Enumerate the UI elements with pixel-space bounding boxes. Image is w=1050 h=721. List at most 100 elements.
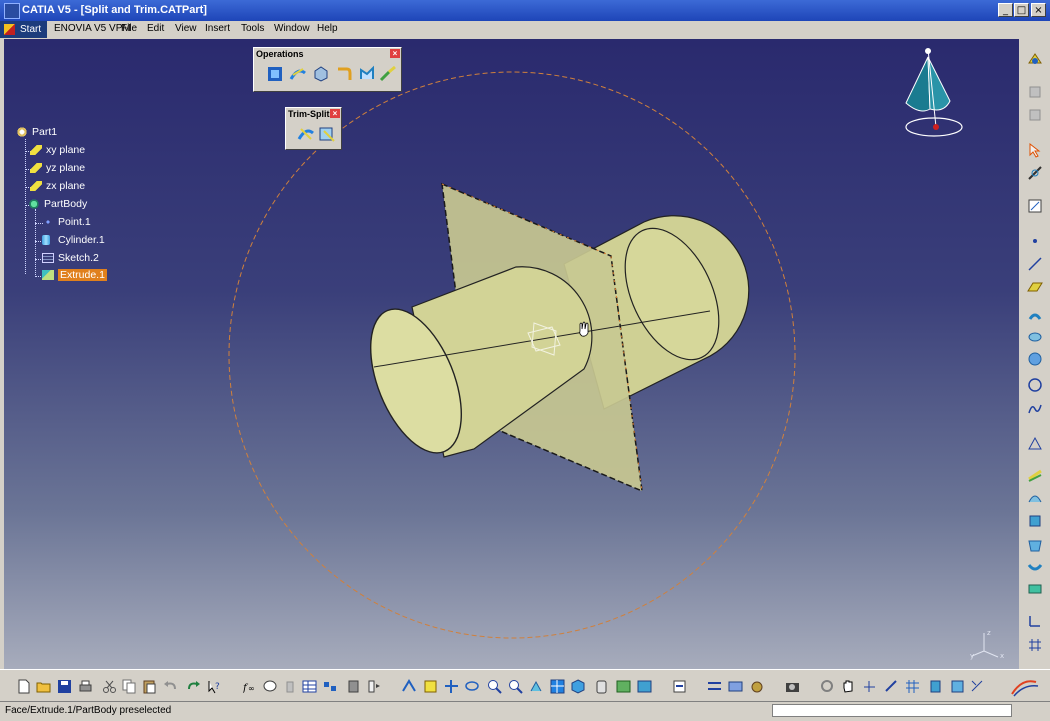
tree-item-extrude1[interactable]: Extrude.1 bbox=[42, 269, 107, 281]
sphere-icon[interactable] bbox=[1027, 351, 1043, 367]
arrow-icon[interactable] bbox=[884, 679, 899, 694]
menu-insert[interactable]: Insert bbox=[205, 23, 230, 34]
disabled-tool-icon[interactable] bbox=[1027, 107, 1043, 123]
tree-item-sketch2[interactable]: Sketch.2 bbox=[42, 252, 99, 264]
compass-icon[interactable] bbox=[900, 45, 968, 137]
minimize-button[interactable]: _ bbox=[998, 3, 1013, 17]
join-icon[interactable] bbox=[266, 65, 284, 83]
cylinder-icon[interactable] bbox=[928, 679, 943, 694]
sketcher-icon[interactable] bbox=[1027, 165, 1043, 181]
line-icon[interactable] bbox=[1027, 256, 1043, 272]
menu-view[interactable]: View bbox=[175, 23, 197, 34]
rotate-icon[interactable] bbox=[465, 679, 480, 694]
trim-split-toolbar[interactable]: Trim-Split × bbox=[285, 107, 342, 150]
operations-toolbar[interactable]: Operations × bbox=[253, 47, 402, 92]
macro-icon[interactable] bbox=[367, 679, 382, 694]
zoom-out-icon[interactable] bbox=[508, 679, 523, 694]
axis-icon[interactable] bbox=[862, 679, 877, 694]
maximize-button[interactable]: □ bbox=[1014, 3, 1029, 17]
hide-show-icon[interactable] bbox=[616, 679, 631, 694]
measure-icon[interactable] bbox=[707, 679, 722, 694]
extrude-icon[interactable] bbox=[1027, 307, 1043, 323]
menu-help[interactable]: Help bbox=[317, 23, 338, 34]
knowledge-icon[interactable] bbox=[263, 679, 278, 694]
point-icon[interactable] bbox=[1027, 233, 1043, 249]
gsd-workbench-icon[interactable] bbox=[1027, 51, 1043, 67]
copy-icon[interactable] bbox=[122, 679, 137, 694]
corner-icon[interactable] bbox=[1027, 435, 1043, 451]
plane-icon[interactable] bbox=[1027, 279, 1043, 295]
normal-view-icon[interactable] bbox=[529, 679, 544, 694]
whats-this-icon[interactable]: ? bbox=[207, 679, 222, 694]
cut-icon[interactable] bbox=[102, 679, 117, 694]
multi-view-icon[interactable] bbox=[550, 679, 565, 694]
zoom-in-icon[interactable] bbox=[487, 679, 502, 694]
shading-icon[interactable] bbox=[594, 679, 609, 694]
fly-mode-icon[interactable] bbox=[402, 679, 417, 694]
catalog-icon[interactable] bbox=[323, 679, 338, 694]
save-icon[interactable] bbox=[57, 679, 72, 694]
disabled-tool-icon[interactable] bbox=[283, 679, 298, 694]
table-icon[interactable] bbox=[302, 679, 317, 694]
new-document-icon[interactable] bbox=[16, 679, 31, 694]
undo-icon[interactable] bbox=[163, 679, 178, 694]
refresh-icon[interactable] bbox=[820, 679, 835, 694]
extrapolate-icon[interactable] bbox=[379, 65, 397, 83]
print-icon[interactable] bbox=[78, 679, 93, 694]
tree-item-part1[interactable]: Part1 bbox=[16, 126, 57, 138]
swap-visible-icon[interactable] bbox=[637, 679, 652, 694]
command-input[interactable] bbox=[772, 704, 1012, 717]
capture-icon[interactable] bbox=[785, 679, 800, 694]
split-icon[interactable] bbox=[297, 125, 315, 143]
multi-section-icon[interactable] bbox=[1027, 581, 1043, 597]
transform-icon[interactable] bbox=[358, 65, 376, 83]
design-table-icon[interactable] bbox=[346, 679, 361, 694]
axis-system-icon[interactable] bbox=[1027, 613, 1043, 629]
catia-app-icon[interactable] bbox=[4, 3, 20, 19]
disabled-tool-icon[interactable] bbox=[1027, 84, 1043, 100]
blend-icon[interactable] bbox=[1027, 559, 1043, 575]
hand-icon[interactable] bbox=[841, 679, 856, 694]
apply-material-icon[interactable] bbox=[750, 679, 765, 694]
tree-item-xy-plane[interactable]: xy plane bbox=[30, 144, 85, 156]
select-arrow-icon[interactable] bbox=[1027, 142, 1043, 158]
trim-icon[interactable] bbox=[318, 125, 336, 143]
menu-tools[interactable]: Tools bbox=[241, 23, 264, 34]
fit-all-icon[interactable] bbox=[423, 679, 438, 694]
pan-icon[interactable] bbox=[444, 679, 459, 694]
sketch-icon[interactable] bbox=[1027, 198, 1043, 214]
grid-icon[interactable] bbox=[1027, 637, 1043, 653]
menu-edit[interactable]: Edit bbox=[147, 23, 164, 34]
analysis-icon[interactable] bbox=[728, 679, 743, 694]
dimension-icon[interactable] bbox=[970, 679, 985, 694]
revolve-icon[interactable] bbox=[1027, 329, 1043, 345]
tree-item-yz-plane[interactable]: yz plane bbox=[30, 162, 85, 174]
tree-item-zx-plane[interactable]: zx plane bbox=[30, 180, 85, 192]
update-icon[interactable] bbox=[672, 679, 687, 694]
menu-file[interactable]: File bbox=[121, 23, 137, 34]
close-button[interactable]: × bbox=[1031, 3, 1046, 17]
redo-icon[interactable] bbox=[186, 679, 201, 694]
grid-icon[interactable] bbox=[905, 679, 920, 694]
3d-viewport[interactable]: z x y Part1 xy plane yz plane zx plane P… bbox=[4, 39, 1019, 669]
box-icon[interactable] bbox=[950, 679, 965, 694]
boundary-icon[interactable] bbox=[312, 65, 330, 83]
healing-icon[interactable] bbox=[289, 65, 307, 83]
sweep-icon[interactable] bbox=[1027, 490, 1043, 506]
tree-item-point1[interactable]: Point.1 bbox=[42, 216, 91, 228]
fillet-icon[interactable] bbox=[335, 65, 353, 83]
circle-icon[interactable] bbox=[1027, 377, 1043, 393]
loft-icon[interactable] bbox=[1027, 537, 1043, 553]
open-folder-icon[interactable] bbox=[36, 679, 51, 694]
menu-start[interactable]: Start bbox=[0, 21, 48, 38]
tree-item-cylinder1[interactable]: Cylinder.1 bbox=[42, 234, 105, 246]
formula-icon[interactable]: f ∞ bbox=[243, 679, 258, 694]
menu-enovia[interactable]: ENOVIA V5 VPM bbox=[54, 23, 131, 34]
fill-icon[interactable] bbox=[1027, 513, 1043, 529]
operations-close-button[interactable]: × bbox=[390, 49, 400, 58]
paste-icon[interactable] bbox=[142, 679, 157, 694]
offset-icon[interactable] bbox=[1027, 467, 1043, 483]
trim-split-close-button[interactable]: × bbox=[330, 109, 340, 118]
tree-item-partbody[interactable]: PartBody bbox=[28, 198, 87, 210]
iso-view-icon[interactable] bbox=[571, 679, 586, 694]
